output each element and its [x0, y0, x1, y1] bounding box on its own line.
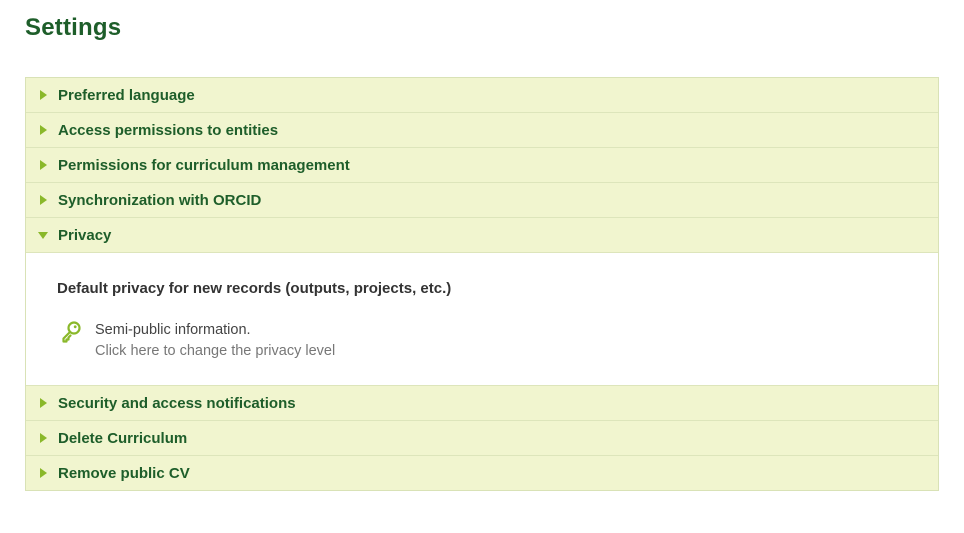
- change-privacy-link[interactable]: Click here to change the privacy level: [95, 341, 335, 362]
- section-label: Privacy: [58, 226, 112, 244]
- caret-right-icon: [26, 468, 58, 478]
- caret-right-icon: [26, 90, 58, 100]
- privacy-panel: Default privacy for new records (outputs…: [26, 253, 938, 386]
- page-title: Settings: [25, 14, 122, 41]
- caret-right-icon: [26, 398, 58, 408]
- privacy-level-text: Semi-public information.: [95, 322, 251, 338]
- key-icon: [62, 321, 81, 343]
- section-orcid-sync[interactable]: Synchronization with ORCID: [26, 183, 938, 218]
- section-privacy[interactable]: Privacy: [26, 218, 938, 253]
- section-label: Security and access notifications: [58, 394, 296, 412]
- section-label: Remove public CV: [58, 464, 190, 482]
- section-preferred-language[interactable]: Preferred language: [26, 78, 938, 113]
- section-access-permissions[interactable]: Access permissions to entities: [26, 113, 938, 148]
- section-curriculum-permissions[interactable]: Permissions for curriculum management: [26, 148, 938, 183]
- caret-right-icon: [26, 433, 58, 443]
- section-label: Synchronization with ORCID: [58, 191, 262, 209]
- settings-accordion: Preferred language Access permissions to…: [25, 77, 939, 491]
- section-security-notifications[interactable]: Security and access notifications: [26, 386, 938, 421]
- caret-right-icon: [26, 160, 58, 170]
- section-label: Delete Curriculum: [58, 429, 188, 447]
- section-label: Permissions for curriculum management: [58, 156, 350, 174]
- caret-right-icon: [26, 125, 58, 135]
- section-label: Access permissions to entities: [58, 121, 279, 139]
- section-delete-curriculum[interactable]: Delete Curriculum: [26, 421, 938, 456]
- privacy-heading: Default privacy for new records (outputs…: [57, 280, 452, 297]
- caret-down-icon: [26, 231, 58, 239]
- section-label: Preferred language: [58, 86, 195, 104]
- section-remove-public-cv[interactable]: Remove public CV: [26, 456, 938, 490]
- privacy-level-selector[interactable]: Semi-public information. Click here to c…: [59, 320, 335, 362]
- caret-right-icon: [26, 195, 58, 205]
